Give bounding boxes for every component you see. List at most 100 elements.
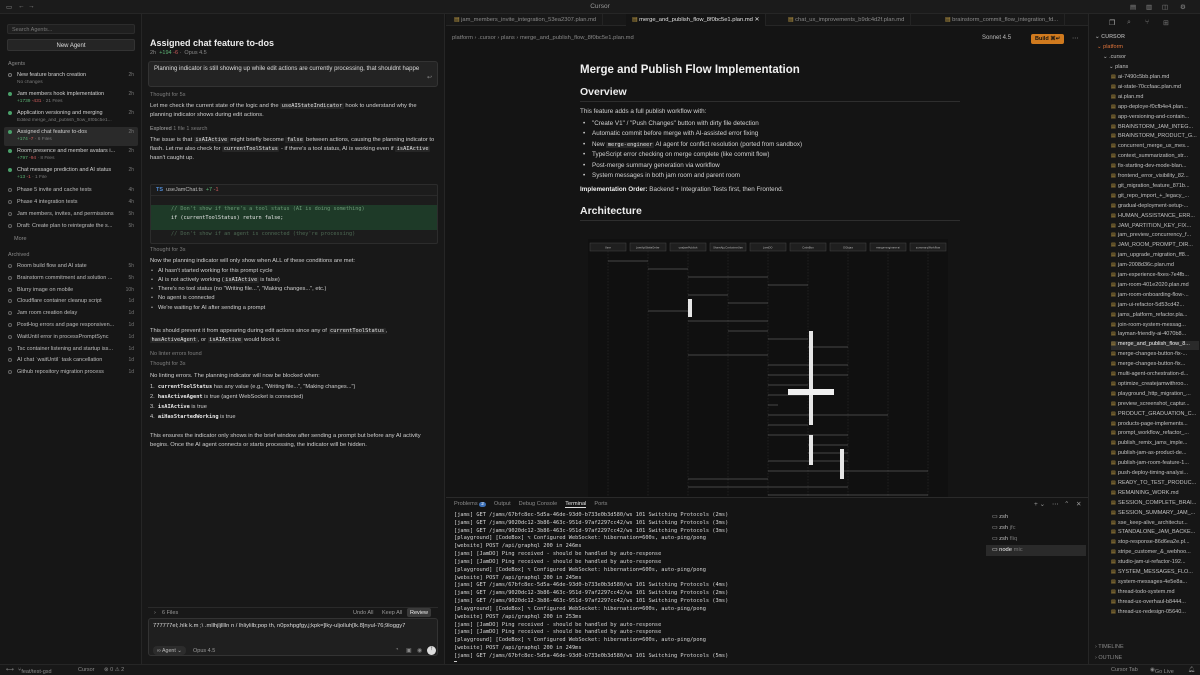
file-item[interactable]: ▤ publish-jam-room-feature-1...: [1111, 460, 1199, 469]
archived-agent-item[interactable]: Brainstorm commitment and solution ... 5h: [4, 273, 138, 284]
file-item[interactable]: ▤ HUMAN_ASSISTANCE_ERR...: [1111, 213, 1199, 222]
file-item[interactable]: ▤ jam_preview_concurrency_f...: [1111, 232, 1199, 241]
file-item[interactable]: ▤ ai.plan.md: [1111, 94, 1199, 103]
panel-tab[interactable]: Output: [494, 501, 511, 507]
folder-cursor[interactable]: ⌄ .cursor: [1103, 54, 1200, 63]
file-item[interactable]: ▤ BRAINSTORM_PRODUCT_G...: [1111, 133, 1199, 142]
editor-tab[interactable]: ▤ brainstorm_commit_flow_integration_fd.…: [939, 14, 1066, 26]
remote-icon[interactable]: ⟷: [6, 667, 14, 673]
panel-tab[interactable]: Terminal: [565, 501, 587, 508]
breadcrumb[interactable]: platform › .cursor › plans › merge_and_p…: [452, 35, 634, 41]
file-item[interactable]: ▤ SESSION_SUMMARY_JAM_...: [1111, 510, 1199, 519]
terminal-instance[interactable]: ▭ zsh: [986, 512, 1086, 523]
archived-agent-item[interactable]: Jam room creation delay 1d: [4, 308, 138, 319]
file-item[interactable]: ▤ concurrent_merge_ux_mes...: [1111, 143, 1199, 152]
panel-tab[interactable]: Debug Console: [519, 501, 558, 507]
search-agents-input[interactable]: Search Agents...: [7, 24, 135, 34]
thought-label[interactable]: Thought for 3s: [150, 247, 185, 253]
file-item[interactable]: ▤ ai-state-70ccfaac.plan.md: [1111, 84, 1199, 93]
agent-item[interactable]: Room presence and member avatars i... 2h +…: [4, 146, 138, 165]
file-item[interactable]: ▤ optimize_createjamwithroo...: [1111, 381, 1199, 390]
file-item[interactable]: ▤ jam-experience-fixes-7e4fb...: [1111, 272, 1199, 281]
layout-icon[interactable]: ▤: [1130, 3, 1136, 11]
revert-icon[interactable]: ↩: [427, 74, 432, 83]
file-item[interactable]: ▤ jam_upgrade_migration_ff8...: [1111, 252, 1199, 261]
files-chevron-icon[interactable]: ›: [154, 610, 156, 616]
archived-agent-item[interactable]: Room build flow and AI state 5h: [4, 261, 138, 272]
cursor-tab-status[interactable]: Cursor Tab: [1111, 667, 1138, 673]
file-item[interactable]: ▤ publish-jam-as-product-de...: [1111, 450, 1199, 459]
file-item[interactable]: ▤ push-deploy-timing-analysi...: [1111, 470, 1199, 479]
code-diff-block[interactable]: TS useJamChat.ts +7 -1 // Don't show if …: [150, 184, 438, 244]
file-item[interactable]: ▤ JAM_ROOM_PROMPT_DIR...: [1111, 242, 1199, 251]
file-item[interactable]: ▤ playground_http_migration_...: [1111, 391, 1199, 400]
file-item[interactable]: ▤ preview_screenshot_captur...: [1111, 401, 1199, 410]
file-item[interactable]: ▤ publish_remix_jams_imple...: [1111, 440, 1199, 449]
archived-agent-item[interactable]: Github repository migration process 1d: [4, 367, 138, 378]
file-item[interactable]: ▤ context_summarization_str...: [1111, 153, 1199, 162]
file-item[interactable]: ▤ git_repo_import_+_legacy_...: [1111, 193, 1199, 202]
close-panel-icon[interactable]: ✕: [1076, 500, 1081, 508]
chat-composer[interactable]: 777777el;.hlk k.m ;\ .mllhjljlllln n / l…: [148, 618, 438, 656]
extensions-icon[interactable]: ⊞: [1163, 19, 1169, 27]
file-item[interactable]: ▤ thread-ux-redesign-05640...: [1111, 609, 1199, 618]
file-item[interactable]: ▤ gradual-deployment-setup-...: [1111, 203, 1199, 212]
archived-agent-item[interactable]: PostHog errors and page responsiven... 1d: [4, 320, 138, 331]
file-item[interactable]: ▤ jams_platform_refactor.pla...: [1111, 312, 1199, 321]
notifications-icon[interactable]: 🔔︎: [1188, 667, 1195, 673]
send-icon[interactable]: ↑: [427, 646, 436, 655]
keep-all-button[interactable]: Keep All: [382, 610, 402, 616]
folder-plans[interactable]: ⌄ plans: [1109, 64, 1200, 73]
mic-icon[interactable]: ◉: [417, 647, 422, 654]
close-tab-icon[interactable]: ✕: [755, 17, 760, 23]
file-item[interactable]: ▤ stripe_customer_&_webhoo...: [1111, 549, 1199, 558]
file-item[interactable]: ▤ app-deploye-f0cfb4e4.plan...: [1111, 104, 1199, 113]
terminal-instance[interactable]: ▭ zsh fliq: [986, 534, 1086, 545]
terminal-instance[interactable]: ▭ zsh jfc: [986, 523, 1086, 534]
file-item[interactable]: ▤ JAM_PARTITION_KEY_FIX...: [1111, 223, 1199, 232]
file-item[interactable]: ▤ thread-ux-overhaul-b8444...: [1111, 599, 1199, 608]
agent-item[interactable]: Assigned chat feature to-dos 2h +174 -7 · …: [4, 127, 138, 146]
user-message[interactable]: Planning indicator is still showing up w…: [148, 61, 438, 87]
file-item[interactable]: ▤ jam-2008d36c.plan.md: [1111, 262, 1199, 271]
archived-agent-item[interactable]: Blurry image on mobile 10h: [4, 285, 138, 296]
file-item[interactable]: ▤ jam-room-onboarding-flow-...: [1111, 292, 1199, 301]
file-item[interactable]: ▤ sse_keep-alive_architectur...: [1111, 520, 1199, 529]
file-item[interactable]: ▤ git_migration_feature_871b...: [1111, 183, 1199, 192]
source-control-icon[interactable]: ⑂: [1145, 19, 1149, 26]
new-terminal-icon[interactable]: + ⌄: [1034, 500, 1045, 508]
file-item[interactable]: ▤ STANDALONE_JAM_BACKE...: [1111, 529, 1199, 538]
file-item[interactable]: ▤ READY_TO_TEST_PRODUC...: [1111, 480, 1199, 489]
agent-mode-select[interactable]: ∞ Agent ⌄: [153, 646, 186, 655]
folder-platform[interactable]: ⌄ platform: [1097, 44, 1197, 53]
search-icon[interactable]: ⌕: [1127, 19, 1131, 27]
file-item[interactable]: ▤ jam-room-401e2020.plan.md: [1111, 282, 1199, 291]
composer-model-select[interactable]: Opus 4.5: [193, 648, 215, 654]
maximize-icon[interactable]: ⌃: [1064, 500, 1069, 508]
file-item[interactable]: ▤ join-room-system-messag...: [1111, 322, 1199, 331]
problems-status[interactable]: ⊗ 0 ⚠ 2: [104, 667, 124, 673]
agent-item[interactable]: Phase 4 integration tests 4h: [4, 197, 138, 208]
file-item[interactable]: ▤ layman-friendly-ai-4070b8...: [1111, 331, 1199, 340]
editor-tab[interactable]: ▤ jam_members_invite_integration_53ea230…: [448, 14, 604, 26]
go-live-status[interactable]: ◉ Go Live: [1150, 667, 1174, 675]
timeline-section[interactable]: › TIMELINE: [1095, 644, 1124, 650]
outline-section[interactable]: › OUTLINE: [1095, 655, 1122, 661]
file-item[interactable]: ▤ SESSION_COMPLETE_BRAI...: [1111, 500, 1199, 509]
undo-all-button[interactable]: Undo All: [353, 610, 374, 616]
archived-agent-item[interactable]: Cloudflare container cleanup script 1d: [4, 296, 138, 307]
file-item[interactable]: ▤ BRAINSTORM_JAM_INTEG...: [1111, 124, 1199, 133]
agent-item[interactable]: Phase 5 invite and cache tests 4h: [4, 185, 138, 196]
panel-tab[interactable]: Ports: [594, 501, 607, 507]
file-item[interactable]: ▤ merge-changes-button-fix...: [1111, 361, 1199, 370]
context-icon[interactable]: ◔: [395, 647, 399, 653]
app-status[interactable]: Cursor: [78, 667, 95, 673]
branch-status[interactable]: ⑂ feat/test-gsd: [18, 667, 52, 675]
file-item[interactable]: ▤ system-messages-4e5e8a...: [1111, 579, 1199, 588]
terminal-cursor[interactable]: [454, 660, 974, 662]
agent-item[interactable]: Chat message prediction and AI status 2h +…: [4, 165, 138, 184]
file-item[interactable]: ▤ frontend_error_visibility_82...: [1111, 173, 1199, 182]
thought-label[interactable]: Thought for 3s: [150, 361, 185, 367]
file-item[interactable]: ▤ products-page-implements...: [1111, 421, 1199, 430]
agent-item[interactable]: Application versioning and merging 2h Edi…: [4, 108, 138, 127]
